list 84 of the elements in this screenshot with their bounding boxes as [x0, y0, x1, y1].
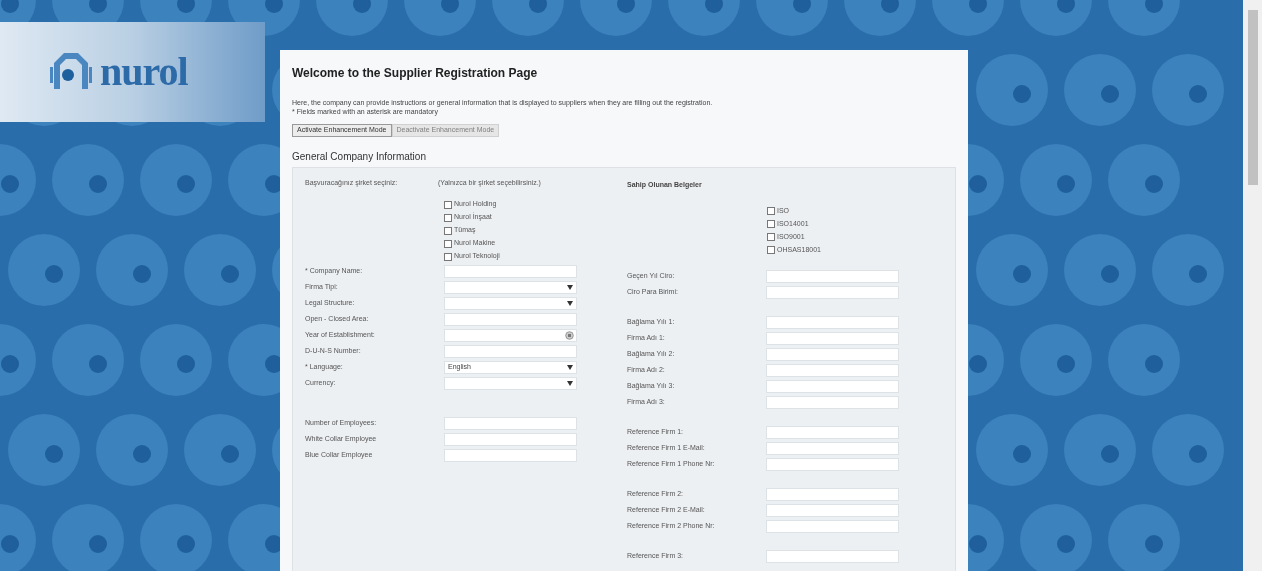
input-field[interactable] — [444, 264, 577, 278]
input-field[interactable] — [444, 416, 577, 430]
input-field[interactable] — [766, 380, 899, 393]
input-field[interactable] — [766, 520, 899, 533]
circle-motif — [844, 0, 916, 36]
input-field[interactable] — [766, 442, 899, 455]
input-field[interactable] — [444, 432, 577, 446]
checkbox[interactable] — [444, 226, 452, 235]
input-field[interactable] — [766, 550, 899, 563]
caret-icon — [567, 300, 573, 306]
circle-motif — [52, 504, 124, 571]
circle-motif — [1064, 234, 1136, 306]
circle-motif — [1108, 324, 1180, 396]
checkbox[interactable] — [444, 239, 452, 248]
circle-motif — [96, 414, 168, 486]
circle-motif — [184, 414, 256, 486]
circle-motif — [976, 54, 1048, 126]
circle-motif — [52, 144, 124, 216]
input-field[interactable] — [766, 316, 899, 329]
circle-motif — [140, 504, 212, 571]
circle-motif — [1020, 144, 1092, 216]
circle-motif — [404, 0, 476, 36]
circle-motif — [0, 504, 36, 571]
logo-wordmark: nurol — [100, 52, 188, 92]
input-field[interactable] — [766, 332, 899, 345]
circle-motif — [140, 324, 212, 396]
circle-motif — [1108, 144, 1180, 216]
input-field[interactable] — [444, 312, 577, 326]
input-field[interactable] — [766, 270, 899, 283]
checkbox[interactable] — [767, 233, 775, 241]
caret-icon — [567, 364, 573, 370]
circle-motif — [580, 0, 652, 36]
circle-motif — [140, 144, 212, 216]
circle-motif — [1020, 0, 1092, 36]
input-field[interactable] — [766, 426, 899, 439]
circle-motif — [492, 0, 564, 36]
circle-motif — [1152, 414, 1224, 486]
circle-motif — [1020, 324, 1092, 396]
circle-motif — [932, 0, 1004, 36]
input-field[interactable] — [766, 458, 899, 471]
circle-motif — [1108, 0, 1180, 36]
circle-motif — [1064, 54, 1136, 126]
checkbox[interactable] — [444, 213, 452, 222]
dropdown[interactable] — [444, 376, 577, 390]
dropdown[interactable] — [444, 296, 577, 310]
scrollbar[interactable] — [1243, 0, 1262, 571]
input-field[interactable] — [444, 344, 577, 358]
circle-motif — [1108, 504, 1180, 571]
checkbox[interactable] — [444, 252, 452, 261]
input-field[interactable] — [766, 396, 899, 409]
circle-motif — [316, 0, 388, 36]
circle-motif — [1064, 414, 1136, 486]
checkbox[interactable] — [444, 200, 452, 209]
circle-motif — [184, 234, 256, 306]
input-field[interactable] — [766, 286, 899, 299]
checkbox[interactable] — [767, 207, 775, 215]
section-title: General Company Information — [292, 150, 427, 164]
circle-motif — [756, 0, 828, 36]
circle-motif — [1152, 54, 1224, 126]
circle-motif — [1020, 504, 1092, 571]
calendar-icon[interactable] — [565, 330, 574, 340]
input-field[interactable] — [444, 448, 577, 462]
circle-motif — [976, 414, 1048, 486]
circle-motif — [0, 144, 36, 216]
checkbox[interactable] — [767, 220, 775, 228]
dropdown[interactable] — [444, 280, 577, 294]
scrollbar-thumb[interactable] — [1247, 10, 1258, 185]
input-field[interactable] — [766, 488, 899, 501]
input-field[interactable] — [766, 504, 899, 517]
circle-motif — [8, 414, 80, 486]
input-field[interactable] — [766, 348, 899, 361]
circle-motif — [52, 324, 124, 396]
circle-motif — [1152, 234, 1224, 306]
circle-motif — [0, 324, 36, 396]
input-field[interactable] — [766, 364, 899, 377]
caret-icon — [567, 284, 573, 290]
circle-motif — [8, 234, 80, 306]
circle-motif — [976, 234, 1048, 306]
caret-icon — [567, 380, 573, 386]
date-field[interactable] — [444, 328, 577, 342]
circle-motif — [668, 0, 740, 36]
circle-motif — [96, 234, 168, 306]
checkbox[interactable] — [767, 246, 775, 254]
page-title: Welcome to the Supplier Registration Page — [292, 65, 539, 82]
